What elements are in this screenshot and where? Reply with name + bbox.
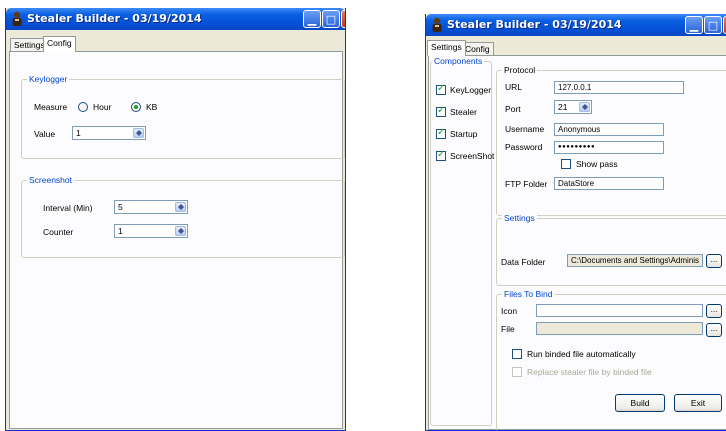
keylogger-group-title: Keylogger — [27, 74, 70, 84]
settings-tab-panel: Components ✓ KeyLogger ✓ Stealer ✓ Start… — [428, 55, 726, 430]
checkmark-icon: ✓ — [437, 127, 446, 138]
left-title-bar[interactable]: Stealer Builder - 03/19/2014 ▁ □ ✕ — [6, 8, 345, 30]
data-folder-label: Data Folder — [501, 257, 546, 267]
spin-arrows-icon[interactable] — [175, 226, 186, 236]
minimize-icon: ▁ — [689, 19, 699, 32]
show-pass-checkbox[interactable] — [561, 159, 571, 169]
startup-checkbox[interactable]: ✓ — [436, 127, 446, 139]
settings-group-title: Settings — [502, 213, 537, 223]
data-folder-browse-button[interactable]: ... — [706, 254, 722, 268]
username-label: Username — [505, 124, 545, 134]
port-label: Port — [505, 104, 521, 114]
interval-stepper[interactable]: 5 — [114, 200, 188, 214]
components-group: Components ✓ KeyLogger ✓ Stealer ✓ Start… — [430, 56, 495, 426]
replace-stealer-label: Replace stealer file by binded file — [527, 367, 652, 377]
tab-settings-label: Settings — [14, 40, 45, 50]
file-label: File — [501, 324, 515, 334]
port-stepper-value: 21 — [558, 102, 568, 112]
counter-stepper-value: 1 — [118, 226, 123, 236]
tab-config-label: Config — [465, 44, 490, 54]
checkmark-icon: ✓ — [437, 149, 446, 160]
maximize-icon: □ — [325, 13, 337, 26]
value-stepper-value: 1 — [76, 128, 81, 138]
maximize-button[interactable]: □ — [322, 10, 340, 28]
password-field[interactable]: ●●●●●●●●● — [554, 141, 664, 154]
port-stepper[interactable]: 21 — [554, 100, 592, 114]
keylogger-checkbox-label: KeyLogger — [450, 85, 492, 95]
show-pass-label: Show pass — [576, 159, 618, 169]
maximize-icon: □ — [707, 19, 719, 32]
ftp-folder-field[interactable]: DataStore — [554, 177, 664, 190]
url-field[interactable]: 127.0.0.1 — [554, 81, 684, 94]
protocol-group: Protocol URL 127.0.0.1 Port 21 Username … — [496, 65, 726, 216]
checkmark-icon: ✓ — [437, 83, 446, 94]
app-icon — [10, 11, 24, 26]
window-title: Stealer Builder - 03/19/2014 — [447, 18, 622, 31]
icon-label: Icon — [501, 306, 518, 316]
hour-label: Hour — [93, 102, 112, 112]
tab-settings-label: Settings — [431, 42, 462, 52]
screenshot-group-title: Screenshot — [27, 175, 74, 185]
replace-stealer-checkbox[interactable] — [512, 367, 522, 377]
close-icon: ✕ — [342, 12, 345, 27]
run-binded-checkbox[interactable] — [512, 349, 522, 359]
interval-label: Interval (Min) — [43, 203, 93, 213]
spin-arrows-icon[interactable] — [579, 102, 590, 112]
protocol-group-title: Protocol — [502, 65, 538, 75]
tab-config[interactable]: Config — [461, 42, 494, 56]
settings-group: Settings Data Folder C:\Documents and Se… — [496, 213, 726, 286]
app-icon — [430, 17, 444, 32]
counter-label: Counter — [43, 227, 74, 237]
hour-radio[interactable] — [78, 102, 88, 112]
data-folder-field[interactable]: C:\Documents and Settings\Adminis — [567, 254, 703, 267]
password-label: Password — [505, 142, 543, 152]
maximize-button[interactable]: □ — [704, 16, 722, 34]
interval-stepper-value: 5 — [118, 202, 123, 212]
value-stepper[interactable]: 1 — [72, 126, 146, 140]
files-to-bind-group-title: Files To Bind — [502, 289, 555, 299]
ftp-folder-label: FTP Folder — [505, 179, 548, 189]
stealer-checkbox-label: Stealer — [450, 107, 477, 117]
keylogger-checkbox[interactable]: ✓ — [436, 83, 446, 95]
minimize-button[interactable]: ▁ — [303, 10, 321, 28]
close-button[interactable]: ✕ — [341, 10, 345, 28]
radio-selected-dot — [134, 105, 138, 109]
icon-field[interactable] — [536, 304, 703, 317]
window-title: Stealer Builder - 03/19/2014 — [27, 12, 202, 25]
build-button[interactable]: Build — [615, 394, 665, 412]
config-tab-panel: Keylogger Measure Hour KB Value 1 Screen… — [9, 51, 345, 429]
url-label: URL — [505, 82, 523, 92]
checkmark-icon: ✓ — [437, 105, 446, 116]
minimize-button[interactable]: ▁ — [685, 16, 703, 34]
screenshot-checkbox[interactable]: ✓ — [436, 149, 446, 161]
right-builder-window: Stealer Builder - 03/19/2014 ▁ □ ✕ Setti… — [425, 14, 726, 431]
screenshot-checkbox-label: ScreenShot — [450, 151, 495, 161]
left-builder-window: Stealer Builder - 03/19/2014 ▁ □ ✕ Setti… — [5, 8, 346, 431]
icon-browse-button[interactable]: ... — [706, 304, 722, 318]
counter-stepper[interactable]: 1 — [114, 224, 188, 238]
kb-label: KB — [146, 102, 158, 112]
file-browse-button[interactable]: ... — [706, 323, 722, 337]
file-field[interactable] — [536, 322, 703, 335]
username-field[interactable]: Anonymous — [554, 123, 664, 136]
spin-arrows-icon[interactable] — [133, 128, 144, 138]
kb-radio[interactable] — [131, 102, 141, 112]
stealer-checkbox[interactable]: ✓ — [436, 105, 446, 117]
tab-settings[interactable]: Settings — [427, 40, 466, 56]
spin-arrows-icon[interactable] — [175, 202, 186, 212]
files-to-bind-group: Files To Bind Icon ... File ... Run bind… — [496, 289, 726, 430]
minimize-icon: ▁ — [307, 13, 317, 26]
value-label: Value — [34, 129, 56, 139]
keylogger-group: Keylogger Measure Hour KB Value 1 — [21, 74, 345, 159]
screenshot-group: Screenshot Interval (Min) 5 Counter 1 — [21, 175, 345, 258]
measure-label: Measure — [34, 102, 68, 112]
right-title-bar[interactable]: Stealer Builder - 03/19/2014 ▁ □ ✕ — [426, 14, 726, 36]
components-group-title: Components — [432, 56, 485, 66]
exit-button[interactable]: Exit — [674, 394, 722, 412]
tab-config-label: Config — [47, 38, 72, 48]
run-binded-label: Run binded file automatically — [527, 349, 636, 359]
startup-checkbox-label: Startup — [450, 129, 478, 139]
tab-config[interactable]: Config — [43, 36, 76, 52]
